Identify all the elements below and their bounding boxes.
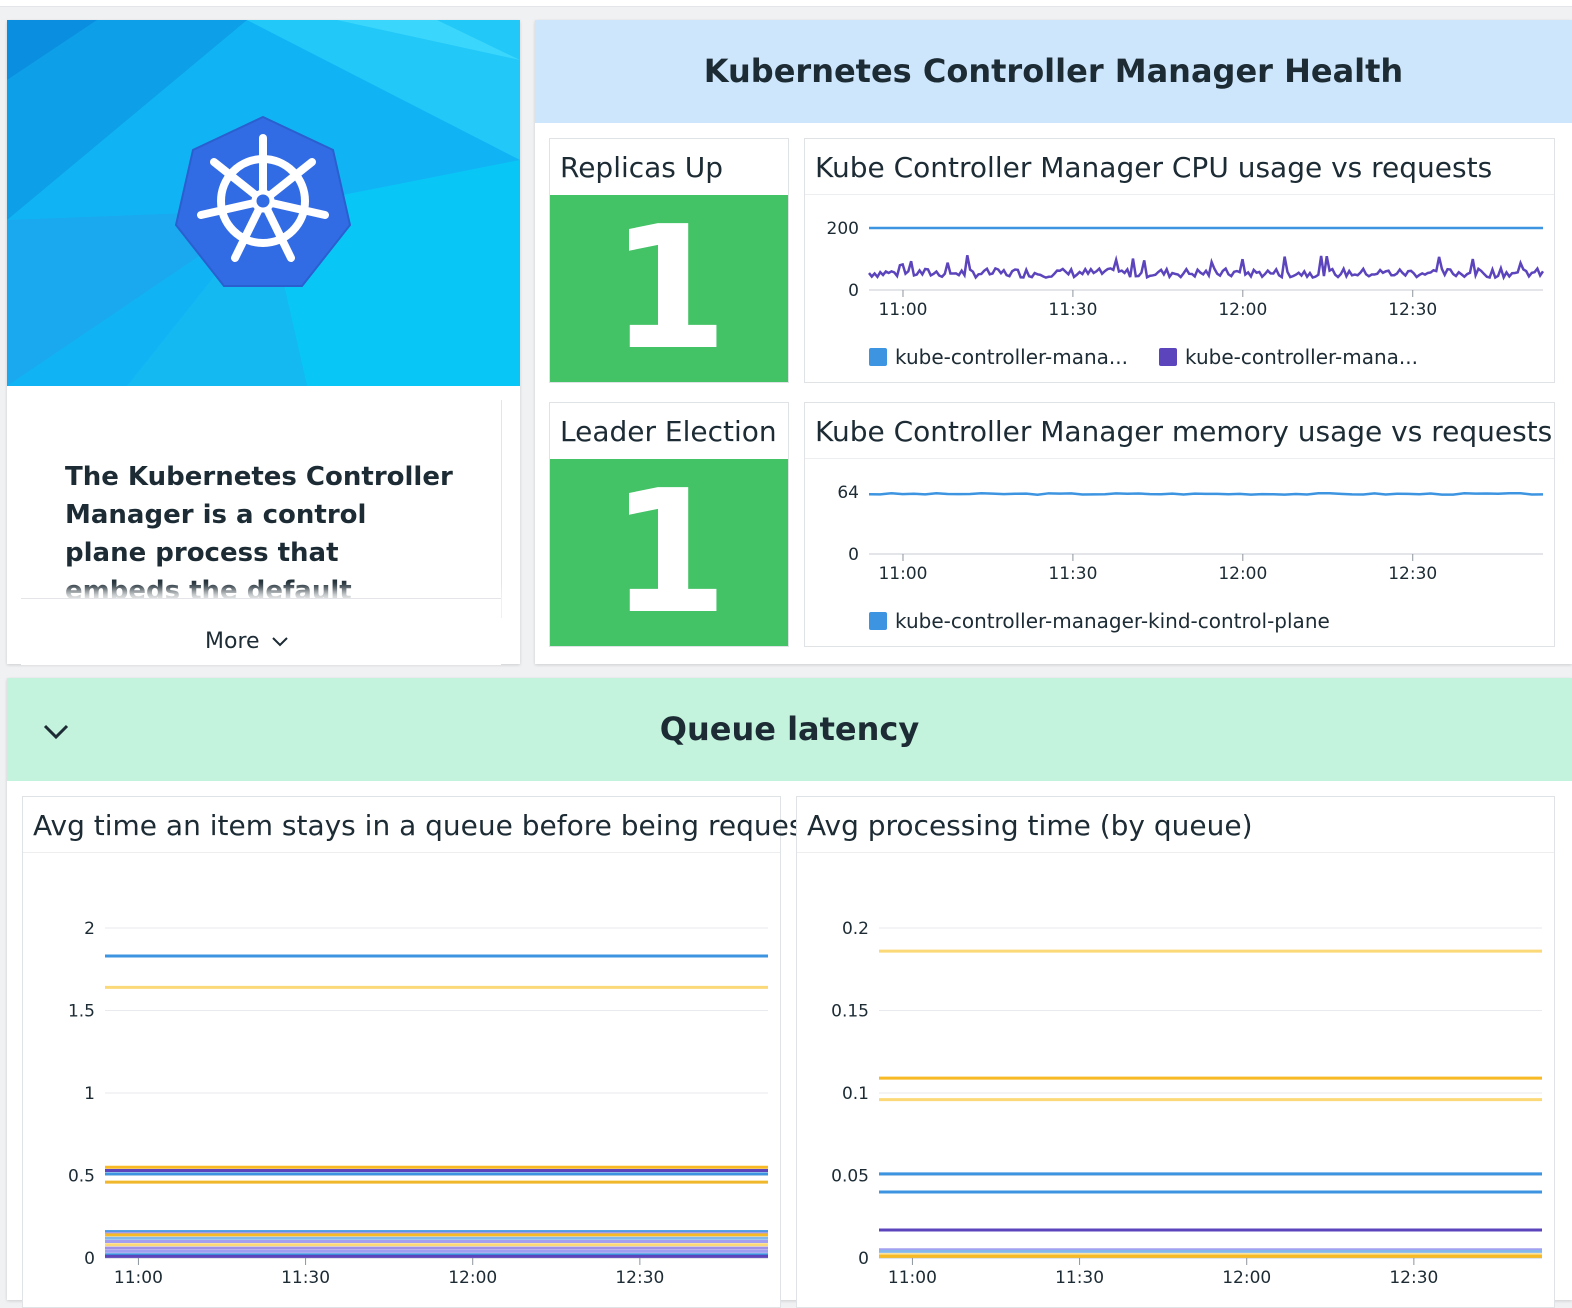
replicas-up-widget[interactable]: Replicas Up 1 <box>549 138 789 383</box>
replicas-up-title: Replicas Up <box>560 151 724 184</box>
y-tick-label: 64 <box>837 483 859 503</box>
leader-election-value: 1 <box>550 459 788 646</box>
processing-time-widget[interactable]: Avg processing time (by queue) 0 0.05 0.1 0… <box>796 796 1555 1308</box>
y-tick-label: 0.1 <box>842 1084 869 1104</box>
x-tick-label: 11:00 <box>878 300 927 320</box>
health-group-header: Kubernetes Controller Manager Health <box>535 20 1572 123</box>
x-tick-label: 11:30 <box>1055 1268 1104 1288</box>
legend-swatch <box>869 348 887 366</box>
y-tick-label: 0.2 <box>842 919 869 939</box>
queue-wait-widget[interactable]: Avg time an item stays in a queue before… <box>22 796 841 1308</box>
cpu-usage-chart: 0 200 11:00 11:30 12:00 12:30 <box>827 219 1545 320</box>
memory-legend-item-1[interactable]: kube-controller-manager-kind-control-pla… <box>869 609 1330 633</box>
queue-latency-group: Queue latency Avg time an item stays in … <box>7 678 1572 1308</box>
kubernetes-hero-image <box>7 20 520 386</box>
x-tick-label: 12:30 <box>1389 1268 1438 1288</box>
leader-election-title: Leader Election <box>560 415 777 448</box>
legend-swatch <box>869 612 887 630</box>
x-tick-label: 12:30 <box>1388 564 1437 584</box>
y-tick-label: 0 <box>848 281 859 301</box>
y-tick-label: 1.5 <box>68 1002 95 1022</box>
queue-latency-title: Queue latency <box>659 710 920 748</box>
x-tick-label: 12:00 <box>1218 564 1267 584</box>
series-line <box>868 254 1545 281</box>
series-line <box>868 491 1544 496</box>
x-tick-label: 11:30 <box>281 1268 330 1288</box>
legend-label: kube-controller-mana... <box>1185 345 1418 369</box>
more-label: More <box>205 629 260 654</box>
y-tick-label: 2 <box>84 919 95 939</box>
y-tick-label: 0.15 <box>831 1002 869 1022</box>
health-group: Kubernetes Controller Manager Health Rep… <box>535 20 1572 664</box>
replicas-up-value: 1 <box>550 195 788 382</box>
cpu-legend-item-1[interactable]: kube-controller-mana... <box>869 345 1128 369</box>
hero-background <box>7 20 520 386</box>
chevron-down-icon <box>271 636 288 646</box>
x-tick-label: 11:00 <box>878 564 927 584</box>
memory-usage-title: Kube Controller Manager memory usage vs … <box>815 415 1553 448</box>
legend-swatch <box>1159 348 1177 366</box>
processing-time-title: Avg processing time (by queue) <box>807 809 1253 842</box>
x-tick-label: 12:30 <box>615 1268 664 1288</box>
cpu-usage-widget[interactable]: Kube Controller Manager CPU usage vs req… <box>804 138 1555 383</box>
x-tick-label: 11:30 <box>1048 300 1097 320</box>
health-group-title: Kubernetes Controller Manager Health <box>703 52 1404 90</box>
memory-usage-widget[interactable]: Kube Controller Manager memory usage vs … <box>804 402 1555 647</box>
intro-card: The Kubernetes Controller Manager is a c… <box>7 20 520 665</box>
y-tick-label: 0.05 <box>831 1167 869 1187</box>
x-tick-label: 12:00 <box>1222 1268 1271 1288</box>
x-tick-label: 12:00 <box>1218 300 1267 320</box>
cpu-usage-title: Kube Controller Manager CPU usage vs req… <box>815 151 1493 184</box>
x-tick-label: 11:30 <box>1048 564 1097 584</box>
processing-time-chart: 0 0.05 0.1 0.15 0.2 11:00 11:30 12:00 12:30 <box>831 919 1542 1288</box>
y-tick-label: 0 <box>848 545 859 565</box>
x-tick-label: 11:00 <box>888 1268 937 1288</box>
y-tick-label: 0 <box>858 1249 869 1269</box>
queue-wait-title: Avg time an item stays in a queue before… <box>33 809 842 842</box>
legend-label: kube-controller-mana... <box>895 345 1128 369</box>
queue-wait-chart: 0 0.5 1 1.5 2 11:00 11:30 12:00 12:30 <box>68 919 768 1288</box>
x-tick-label: 12:00 <box>448 1268 497 1288</box>
cpu-legend-item-2[interactable]: kube-controller-mana... <box>1159 345 1418 369</box>
y-tick-label: 0.5 <box>68 1167 95 1187</box>
y-tick-label: 1 <box>84 1084 95 1104</box>
queue-latency-header: Queue latency <box>7 678 1572 781</box>
y-tick-label: 0 <box>84 1249 95 1269</box>
more-button[interactable]: More <box>205 629 290 654</box>
x-tick-label: 11:00 <box>114 1268 163 1288</box>
y-tick-label: 200 <box>827 219 859 239</box>
x-tick-label: 12:30 <box>1388 300 1437 320</box>
top-bar <box>0 0 1572 7</box>
memory-usage-chart: 0 64 11:00 11:30 12:00 12:30 <box>837 483 1544 584</box>
legend-label: kube-controller-manager-kind-control-pla… <box>895 609 1330 633</box>
leader-election-widget[interactable]: Leader Election 1 <box>549 402 789 647</box>
more-bar: More <box>21 598 501 665</box>
